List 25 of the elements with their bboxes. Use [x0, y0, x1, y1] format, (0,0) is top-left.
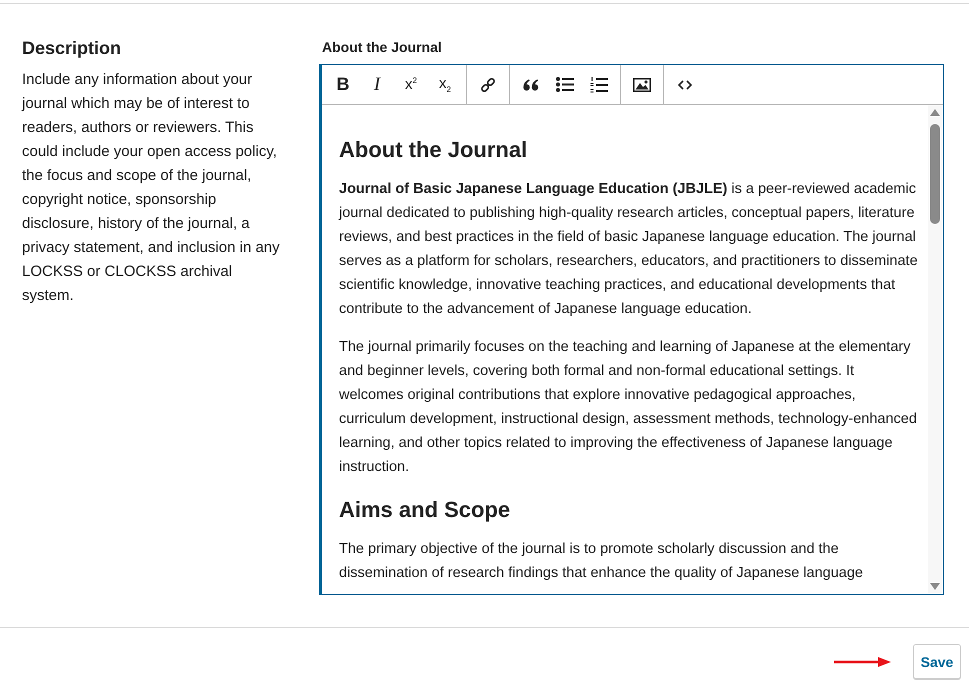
subscript-button[interactable]: x$_{2}$: [428, 65, 462, 104]
scroll-down-icon[interactable]: [930, 583, 940, 590]
bold-button[interactable]: B: [326, 65, 360, 104]
content-paragraph: The journal primarily focuses on the teaching and learning of Japanese at the elementary and beginner levels, covering both formal and non-formal educational settings. It welcomes original contributions that explore innovative pedagogical approaches, curriculum development, instructional design, assessment methods, technology-enhanced learning, and other topics related to improving the effectiveness of Japanese language instruction.: [339, 338, 918, 477]
content-heading: Aims and Scope: [339, 497, 512, 523]
scrollbar-thumb[interactable]: [930, 124, 940, 224]
section-title: Description: [22, 37, 122, 59]
scroll-up-icon[interactable]: [930, 109, 940, 116]
code-icon: [678, 80, 692, 90]
annotation-arrow: [834, 656, 891, 666]
field-label: About the Journal: [322, 39, 443, 56]
image-icon: [633, 78, 651, 92]
content-heading: About the Journal: [339, 137, 528, 163]
content-paragraph: The primary objective of the journal is to promote scholarly discussion and the dissemination of research findings that enhance the quality of Japanese language: [339, 540, 864, 583]
superscript-button[interactable]: x$^{2}$: [394, 65, 428, 104]
italic-button[interactable]: I: [360, 65, 394, 104]
scrollbar-track[interactable]: [928, 105, 942, 594]
save-button[interactable]: Save: [913, 644, 961, 679]
section-description: Include any information about your journal which may be of interest to readers, authors or reviewers. This could include your open access policy, the focus and scope of the journal, copyright notice, sponsorship disclosure, history of the journal, a privacy statement, and inclusion in any LOCKSS or CLOCKSS archival system.: [22, 70, 280, 306]
numbered-list-icon: [590, 76, 608, 92]
rich-text-editor[interactable]: [319, 64, 944, 595]
content-paragraph: Journal of Basic Japanese Language Education (JBJLE) is a peer-reviewed academic journal dedicated to publishing high-quality research articles, conceptual papers, literature reviews, and best practices in the field of basic Japanese language education. The journal serves as a platform for scholars, researchers, educators, and practitioners to disseminate scientific knowledge, innovative teaching practices, and educational developments that contribute to the advancement of Japanese language education.: [339, 180, 918, 319]
link-icon: [480, 76, 496, 92]
quote-icon: [523, 78, 539, 90]
bulleted-list-icon: [556, 77, 574, 92]
